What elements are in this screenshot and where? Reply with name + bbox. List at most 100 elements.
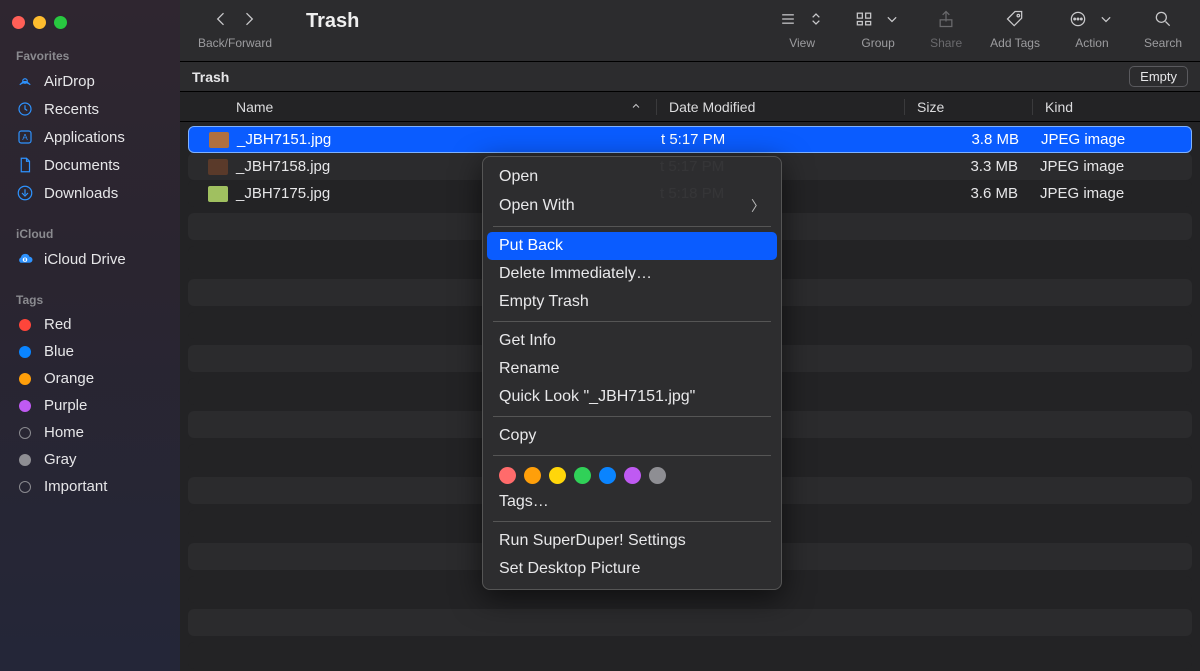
sidebar-item-label: Documents <box>44 157 120 174</box>
add-tags-group[interactable]: Add Tags <box>990 6 1040 50</box>
ctx-separator <box>493 226 771 227</box>
sidebar-item-recents[interactable]: Recents <box>0 95 180 123</box>
action-group[interactable]: Action <box>1068 6 1116 50</box>
share-icon <box>936 9 956 32</box>
action-icon <box>1068 9 1088 32</box>
close-window-button[interactable] <box>12 16 25 29</box>
ctx-get-info[interactable]: Get Info <box>483 327 781 355</box>
empty-row <box>188 609 1192 636</box>
column-header-name[interactable]: Name <box>180 99 656 115</box>
ctx-tag-color[interactable] <box>524 467 541 484</box>
ctx-tag-color[interactable] <box>649 467 666 484</box>
sidebar-item-label: iCloud Drive <box>44 251 126 268</box>
sidebar-section-icloud: iCloud <box>0 221 180 245</box>
minimize-window-button[interactable] <box>33 16 46 29</box>
view-label: View <box>789 36 815 50</box>
tag-dot-icon <box>19 373 31 385</box>
ctx-tag-color[interactable] <box>599 467 616 484</box>
sidebar-item-downloads[interactable]: Downloads <box>0 179 180 207</box>
view-group[interactable]: View <box>778 6 826 50</box>
ctx-delete-immediately[interactable]: Delete Immediately… <box>483 260 781 288</box>
view-icon <box>778 9 798 32</box>
column-name-label: Name <box>236 99 273 115</box>
group-icon <box>854 9 874 32</box>
sidebar-item-label: Orange <box>44 370 94 387</box>
search-label: Search <box>1144 36 1182 50</box>
sidebar-item-airdrop[interactable]: AirDrop <box>0 67 180 95</box>
sidebar-item-label: AirDrop <box>44 73 95 90</box>
back-button[interactable] <box>211 9 231 32</box>
sidebar: Favorites AirDrop Recents A Applications Doc… <box>0 0 180 671</box>
ctx-quick-look[interactable]: Quick Look "_JBH7151.jpg" <box>483 383 781 411</box>
sidebar-tag-home[interactable]: Home <box>0 419 180 446</box>
ctx-put-back[interactable]: Put Back <box>487 232 777 260</box>
column-header-kind[interactable]: Kind <box>1032 99 1200 115</box>
column-header-size[interactable]: Size <box>904 99 1032 115</box>
clock-icon <box>16 100 34 118</box>
chevron-down-icon <box>1096 9 1116 32</box>
ctx-tags[interactable]: Tags… <box>483 488 781 516</box>
file-thumb-icon <box>208 159 228 175</box>
sidebar-tag-blue[interactable]: Blue <box>0 338 180 365</box>
sidebar-item-applications[interactable]: A Applications <box>0 123 180 151</box>
group-label: Group <box>861 36 894 50</box>
file-name: _JBH7158.jpg <box>236 158 330 175</box>
zoom-window-button[interactable] <box>54 16 67 29</box>
ctx-tag-color[interactable] <box>499 467 516 484</box>
sidebar-tag-important[interactable]: Important <box>0 473 180 500</box>
apps-icon: A <box>16 128 34 146</box>
tag-dot-icon <box>19 319 31 331</box>
sidebar-item-documents[interactable]: Documents <box>0 151 180 179</box>
ctx-empty-trash[interactable]: Empty Trash <box>483 288 781 316</box>
ctx-rename[interactable]: Rename <box>483 355 781 383</box>
location-bar: Trash Empty <box>180 62 1200 92</box>
ctx-open[interactable]: Open <box>483 163 781 191</box>
sort-ascending-icon <box>630 99 642 115</box>
sidebar-section-favorites: Favorites <box>0 43 180 67</box>
group-group[interactable]: Group <box>854 6 902 50</box>
back-forward-group: Back/Forward <box>198 6 272 50</box>
download-icon <box>16 184 34 202</box>
tag-dot-icon <box>19 454 31 466</box>
window-controls <box>0 8 180 43</box>
ctx-tag-color[interactable] <box>624 467 641 484</box>
file-kind: JPEG image <box>1033 131 1191 148</box>
search-group[interactable]: Search <box>1144 6 1182 50</box>
ctx-separator <box>493 521 771 522</box>
back-forward-label: Back/Forward <box>198 36 272 50</box>
sidebar-item-icloud-drive[interactable]: iCloud Drive <box>0 245 180 273</box>
file-kind: JPEG image <box>1032 158 1192 175</box>
tag-dot-icon <box>19 400 31 412</box>
empty-trash-button[interactable]: Empty <box>1129 66 1188 87</box>
window-title: Trash <box>300 6 359 33</box>
empty-row <box>188 642 1192 669</box>
file-name: _JBH7175.jpg <box>236 185 330 202</box>
forward-button[interactable] <box>239 9 259 32</box>
sidebar-section-tags: Tags <box>0 287 180 311</box>
sidebar-tag-gray[interactable]: Gray <box>0 446 180 473</box>
ctx-tag-color[interactable] <box>549 467 566 484</box>
ctx-run-superduper[interactable]: Run SuperDuper! Settings <box>483 527 781 555</box>
sidebar-item-label: Applications <box>44 129 125 146</box>
search-icon <box>1153 9 1173 32</box>
column-header-date[interactable]: Date Modified <box>656 99 904 115</box>
svg-text:A: A <box>22 133 28 142</box>
sidebar-item-label: Important <box>44 478 107 495</box>
chevron-down-icon <box>882 9 902 32</box>
ctx-tag-color[interactable] <box>574 467 591 484</box>
action-label: Action <box>1075 36 1108 50</box>
sidebar-tag-orange[interactable]: Orange <box>0 365 180 392</box>
table-row[interactable]: _JBH7151.jpgt 5:17 PM3.8 MBJPEG image <box>188 126 1192 153</box>
column-headers: Name Date Modified Size Kind <box>180 92 1200 122</box>
doc-icon <box>16 156 34 174</box>
location-title: Trash <box>192 69 229 85</box>
toolbar: Back/Forward Trash View Group <box>180 0 1200 62</box>
sidebar-item-label: Home <box>44 424 84 441</box>
ctx-tag-colors <box>483 461 781 488</box>
ctx-open-with[interactable]: Open With〉 <box>483 191 781 221</box>
sidebar-tag-red[interactable]: Red <box>0 311 180 338</box>
ctx-copy[interactable]: Copy <box>483 422 781 450</box>
ctx-set-desktop-picture[interactable]: Set Desktop Picture <box>483 555 781 583</box>
ctx-separator <box>493 321 771 322</box>
sidebar-tag-purple[interactable]: Purple <box>0 392 180 419</box>
